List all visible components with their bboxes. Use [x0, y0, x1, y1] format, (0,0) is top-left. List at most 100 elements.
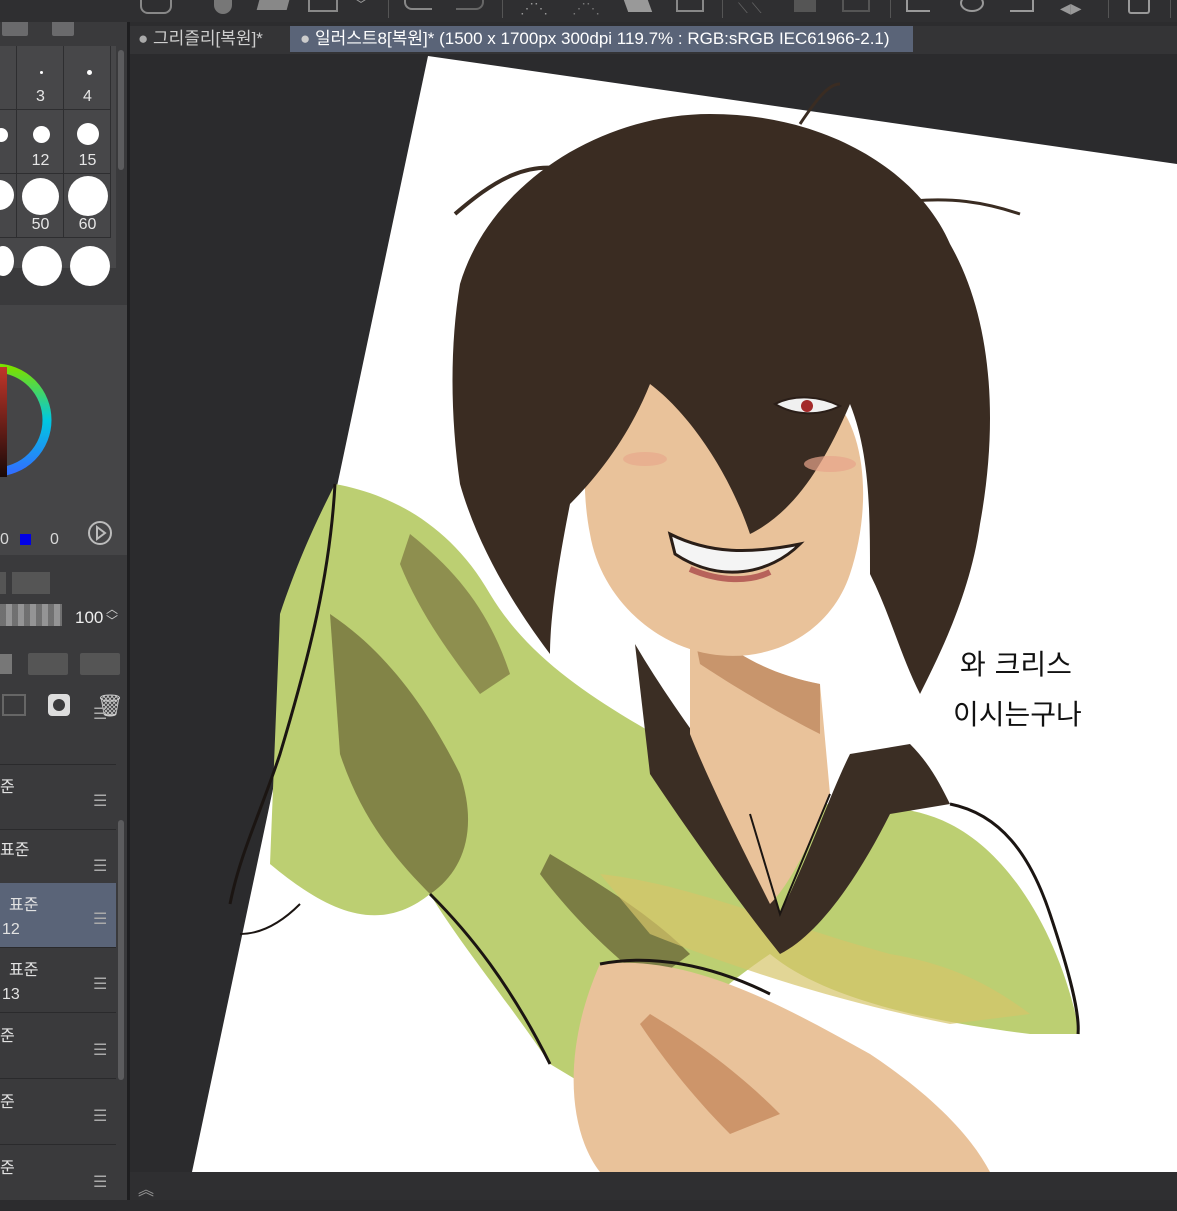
layer-blend-mode: 표준 — [9, 962, 39, 979]
opacity-stepper-icon[interactable]: ︿ ﹀ — [106, 603, 118, 627]
chevron-down-icon[interactable]: ﹀ — [354, 0, 384, 14]
layer-menu-icon[interactable]: ☰ — [93, 1172, 107, 1192]
loading-icon[interactable]: ⋰⋱ — [572, 0, 602, 16]
mask-icon[interactable] — [28, 653, 68, 675]
blush — [804, 456, 856, 472]
layer-menu-icon[interactable]: ☰ — [93, 791, 107, 811]
open-folder-icon[interactable] — [256, 0, 290, 14]
eye-iris — [801, 400, 813, 412]
brush-size-dot — [87, 70, 92, 75]
save-icon[interactable] — [52, 20, 74, 36]
film-icon[interactable] — [2, 20, 28, 36]
handwritten-note-line2: 이시는구나 — [953, 698, 1082, 731]
layer-blend-mode: 표준 — [0, 842, 30, 859]
brush-size-dot[interactable] — [0, 246, 14, 276]
layer-menu-icon[interactable]: ☰ — [93, 856, 107, 876]
tab-label: 그리즐리[복원]* — [153, 29, 263, 48]
toolbar-divider — [722, 0, 723, 18]
layer-list-scrollbar[interactable] — [118, 820, 124, 1080]
tab-document-2[interactable]: ● 일러스트8[복원]* (1500 x 1700px 300dpi 119.7… — [290, 26, 913, 52]
layer-panel-tab[interactable] — [12, 572, 50, 594]
layer-blend-mode: 준 — [0, 1094, 15, 1111]
blue-swatch[interactable] — [20, 534, 31, 545]
layer-blend-mode: 표준 — [9, 897, 39, 914]
brush-size-cell[interactable]: 4 — [64, 46, 111, 110]
layer-row[interactable]: 준 ☰ — [0, 1014, 116, 1079]
new-file-icon[interactable] — [206, 0, 236, 14]
layer-row[interactable]: 준 ☰ — [0, 765, 116, 830]
layer-blend-mode: 준 — [0, 779, 15, 796]
tab-dot-icon: ● — [138, 29, 153, 48]
color-value-a: 0 — [0, 531, 9, 548]
brush-size-cell[interactable]: 15 — [64, 110, 111, 174]
brush-grid-scrollbar[interactable] — [118, 50, 124, 170]
transform-icon[interactable] — [676, 0, 704, 12]
layer-menu-icon[interactable]: ☰ — [93, 974, 107, 994]
loading-icon[interactable]: ⋰⋱ — [520, 0, 550, 16]
layer-row[interactable]: 표준 13 ☰ — [0, 948, 116, 1013]
save-file-icon[interactable] — [308, 0, 338, 14]
blush — [623, 452, 667, 466]
brush-size-cell[interactable]: 0 — [0, 110, 17, 174]
rect-select-icon[interactable] — [1010, 0, 1034, 12]
handwritten-note-line1: 와 크리스 — [960, 648, 1072, 681]
tab-dot-icon: ● — [300, 29, 315, 48]
reference-icon[interactable] — [80, 653, 120, 675]
toolbar-divider — [1170, 0, 1171, 18]
command-toolbar: ﹀ ⋰⋱ ⋰⋱ ⟍ ⟍ ◀▶ — [0, 0, 1177, 22]
canvas-area[interactable]: 와 크리스 이시는구나 — [130, 54, 1177, 1172]
layer-row[interactable]: ☰ — [0, 700, 116, 765]
opacity-slider[interactable] — [0, 604, 62, 626]
toolbar-divider — [890, 0, 891, 18]
select-tool-icon[interactable] — [906, 0, 930, 12]
checker-icon[interactable] — [0, 654, 12, 674]
layer-blend-mode: 준 — [0, 1028, 15, 1045]
play-icon[interactable] — [87, 520, 113, 546]
layer-panel: 100 ︿ ﹀ 🗑 ☰ 준 ☰ 표준 ☰ 표준 12 ☰ 표준 13 ☰ 준 ☰… — [0, 570, 127, 1211]
undo-icon[interactable] — [404, 0, 432, 10]
redo-icon[interactable] — [456, 0, 484, 10]
illustration-canvas[interactable]: 와 크리스 이시는구나 — [130, 54, 1177, 1172]
brush-size-dot — [0, 180, 14, 210]
opacity-value: 100 — [75, 608, 104, 627]
color-wheel[interactable] — [0, 305, 127, 555]
brush-size-label: 0 — [0, 216, 17, 234]
brush-size-cell[interactable]: 50 — [17, 174, 64, 238]
layer-row[interactable]: 준 ☰ — [0, 1146, 116, 1211]
brush-size-dot — [77, 123, 99, 145]
clip-studio-icon[interactable] — [140, 0, 172, 14]
left-panel: 5 3 4 0 12 15 0 50 — [0, 0, 130, 1211]
layer-panel-tab[interactable] — [0, 572, 6, 594]
brush-size-dot — [22, 178, 59, 215]
expand-up-icon[interactable]: ︽ — [138, 1176, 154, 1200]
brush-size-cell[interactable]: 60 — [64, 174, 111, 238]
brush-size-dot[interactable] — [70, 246, 110, 286]
frame-icon[interactable] — [842, 0, 870, 12]
layer-row[interactable]: 준 ☰ — [0, 1080, 116, 1145]
color-value-b: 0 — [50, 531, 59, 548]
tab-document-1[interactable]: ● 그리즐리[복원]* — [138, 26, 288, 52]
brush-size-cell[interactable]: 12 — [17, 110, 64, 174]
fill-icon[interactable] — [623, 0, 654, 14]
layer-menu-icon[interactable]: ☰ — [93, 1106, 107, 1126]
device-icon[interactable] — [1128, 0, 1158, 14]
layer-menu-icon[interactable]: ☰ — [93, 909, 107, 929]
layer-menu-icon[interactable]: ☰ — [93, 1040, 107, 1060]
brush-size-dot — [68, 176, 108, 216]
brush-size-dot[interactable] — [22, 246, 62, 286]
crop-icon[interactable] — [790, 0, 820, 14]
brush-size-dot — [40, 71, 43, 74]
document-tab-bar: ● 그리즐리[복원]* ● 일러스트8[복원]* (1500 x 1700px … — [130, 26, 1177, 54]
lasso-icon[interactable] — [958, 0, 988, 14]
flip-icon[interactable]: ◀▶ — [1060, 0, 1090, 16]
layer-blend-mode: 준 — [0, 1160, 15, 1177]
brush-size-cell[interactable]: 0 — [0, 174, 17, 238]
brush-size-label: 15 — [78, 152, 97, 169]
layer-row-selected[interactable]: 표준 12 ☰ — [0, 883, 116, 948]
clear-selection-icon[interactable]: ⟍ ⟍ — [738, 0, 768, 16]
brush-size-label: 5 — [0, 88, 17, 106]
brush-size-cell[interactable]: 3 — [17, 46, 64, 110]
brush-size-label: 12 — [31, 152, 50, 169]
brush-size-cell[interactable]: 5 — [0, 46, 17, 110]
layer-menu-icon[interactable]: ☰ — [93, 704, 107, 724]
